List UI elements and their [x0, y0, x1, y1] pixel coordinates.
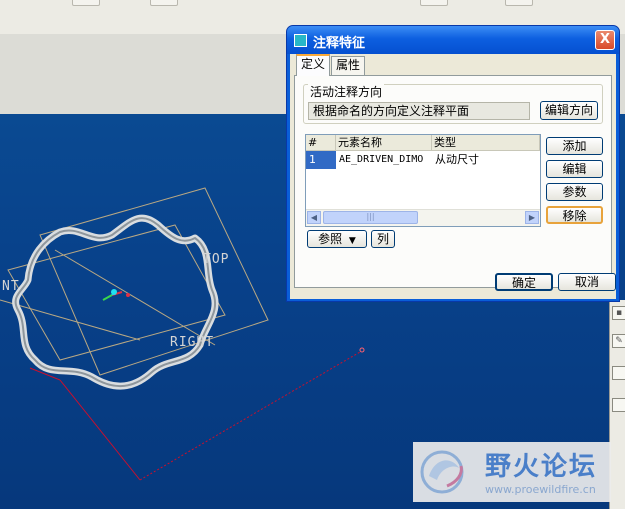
annotation-feature-dialog: 注释特征 X 定义 属性 活动注释方向 根据命名的方向定义注释平面 编辑方向 #…: [286, 25, 620, 302]
dialog-titlebar[interactable]: 注释特征 X: [287, 26, 619, 54]
annotation-leader: [139, 351, 361, 481]
pencil-icon[interactable]: ✎: [612, 334, 625, 348]
row-name-cell[interactable]: AE_DRIVEN_DIMO: [336, 151, 432, 169]
dropdown-arrow-icon: ▼: [346, 236, 356, 246]
forum-watermark: 野火论坛 www.proewildfire.cn: [413, 442, 611, 502]
close-button[interactable]: X: [595, 30, 615, 50]
scroll-left-icon[interactable]: ◀: [307, 211, 321, 224]
toolbar-button[interactable]: [505, 0, 533, 6]
watermark-title: 野火论坛: [485, 452, 598, 482]
toolbar-button[interactable]: [420, 0, 448, 6]
column-header-type[interactable]: 类型: [432, 135, 540, 151]
watermark-url: www.proewildfire.cn: [485, 483, 596, 496]
scroll-right-icon[interactable]: ▶: [525, 211, 539, 224]
horizontal-scrollbar[interactable]: ◀ ||| ▶: [306, 209, 540, 226]
remove-button[interactable]: 移除: [546, 206, 603, 224]
tool-icon[interactable]: ▪: [612, 306, 625, 320]
right-toolbar: ▪ ✎: [609, 300, 625, 509]
edit-direction-button[interactable]: 编辑方向: [540, 101, 598, 120]
datum-label-top: TOP: [203, 252, 230, 267]
datum-label-front: NT: [2, 279, 20, 294]
column-header-name[interactable]: 元素名称: [336, 135, 432, 151]
annotation-leader: [59, 379, 141, 481]
datum-plane-top: [39, 187, 269, 376]
row-type-cell[interactable]: 从动尺寸: [432, 151, 540, 169]
definition-panel: 活动注释方向 根据命名的方向定义注释平面 编辑方向 # 元素名称 类型 1 AE…: [294, 75, 612, 288]
column-header-index[interactable]: #: [306, 135, 336, 151]
toolbar-button[interactable]: [150, 0, 178, 6]
forum-logo-icon: [420, 450, 464, 494]
tool-icon[interactable]: [612, 398, 625, 412]
direction-value: 根据命名的方向定义注释平面: [308, 102, 530, 120]
cancel-button[interactable]: 取消: [558, 273, 616, 291]
columns-button[interactable]: 列: [371, 230, 395, 248]
params-button[interactable]: 参数: [546, 183, 603, 201]
annotation-point: [359, 347, 365, 353]
active-direction-group: 活动注释方向 根据命名的方向定义注释平面 编辑方向: [303, 83, 603, 124]
ok-button[interactable]: 确定: [495, 273, 553, 291]
dialog-body: 定义 属性 活动注释方向 根据命名的方向定义注释平面 编辑方向 # 元素名称 类…: [290, 54, 616, 299]
dialog-app-icon: [294, 34, 307, 47]
edit-button[interactable]: 编辑: [546, 160, 603, 178]
tool-icon[interactable]: [612, 366, 625, 380]
references-label: 参照: [318, 232, 343, 246]
elements-table: # 元素名称 类型 1 AE_DRIVEN_DIMO 从动尺寸 ◀ ||| ▶: [305, 134, 541, 227]
tab-properties[interactable]: 属性: [331, 56, 366, 75]
active-direction-label: 活动注释方向: [308, 83, 385, 100]
tab-definition[interactable]: 定义: [296, 54, 331, 76]
datum-label-right: RIGHT: [170, 335, 215, 350]
coordinate-system-icon: [102, 289, 130, 301]
scroll-thumb[interactable]: |||: [323, 211, 418, 224]
dialog-title: 注释特征: [313, 36, 366, 51]
add-button[interactable]: 添加: [546, 137, 603, 155]
references-button[interactable]: 参照 ▼: [307, 230, 367, 248]
datum-axis: [54, 249, 216, 346]
toolbar-button[interactable]: [72, 0, 100, 6]
row-index-cell[interactable]: 1: [306, 151, 336, 169]
